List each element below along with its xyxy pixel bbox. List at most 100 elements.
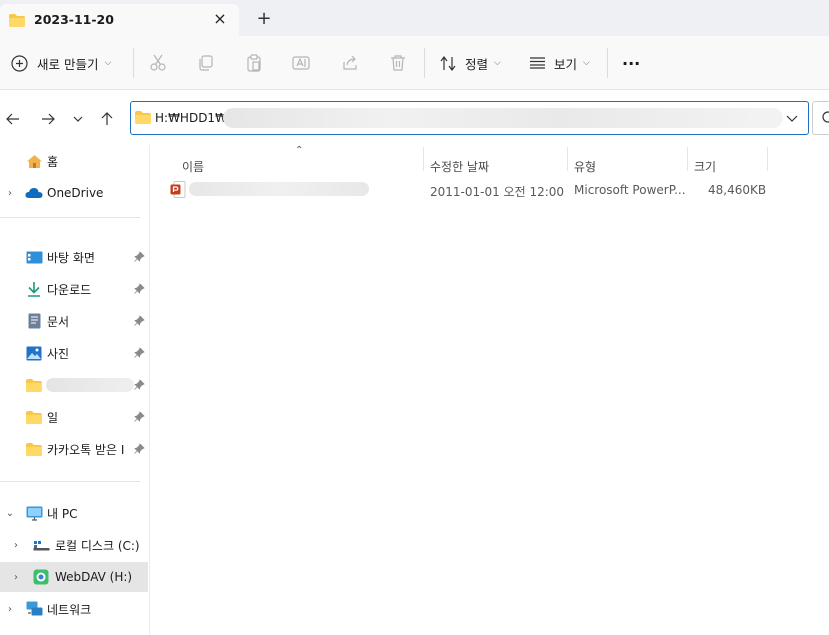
file-list: ⌃ 이름 수정한 날짜 유형 크기 2011-01-01 오전 12:00 Mi… <box>151 145 829 635</box>
sidebar-item-kakaotalk[interactable]: 카카오톡 받은 I <box>0 434 148 464</box>
drive-icon <box>32 536 50 554</box>
chevron-down-icon[interactable] <box>784 110 800 126</box>
chevron-down-icon: ⌵ <box>583 58 590 68</box>
new-button[interactable]: 새로 만들기 ⌵ <box>11 46 111 80</box>
folder-icon <box>25 440 43 458</box>
command-bar: 새로 만들기 ⌵ 정렬 ⌵ 보기 ⌵ ··· <box>0 36 829 90</box>
share-icon[interactable] <box>339 52 361 74</box>
file-size: 48,460KB <box>708 183 767 197</box>
home-icon <box>25 152 43 170</box>
forward-arrow-icon[interactable] <box>37 109 59 129</box>
more-options-button[interactable]: ··· <box>622 46 640 80</box>
sidebar-item-network[interactable]: › 네트워크 <box>0 594 148 624</box>
toolbar-divider <box>607 48 608 78</box>
pin-icon[interactable] <box>134 251 146 263</box>
sidebar-item-this-pc[interactable]: ⌄ 내 PC <box>0 498 148 528</box>
network-drive-icon <box>32 568 50 586</box>
view-label: 보기 <box>554 56 578 72</box>
tab-strip: 2023-11-20 × + <box>0 0 829 36</box>
column-divider[interactable] <box>687 147 688 171</box>
sidebar-item-documents[interactable]: 문서 <box>0 306 148 336</box>
tab-current-folder[interactable]: 2023-11-20 × <box>0 4 239 36</box>
sidebar-item-downloads[interactable]: 다운로드 <box>0 274 148 304</box>
cloud-icon <box>25 184 43 202</box>
copy-icon[interactable] <box>195 52 217 74</box>
up-arrow-icon[interactable] <box>96 109 118 129</box>
column-header-modified[interactable]: 수정한 날짜 <box>430 158 489 175</box>
sort-arrows-icon <box>440 55 457 71</box>
toolbar-divider <box>133 48 134 78</box>
sidebar-item-redacted-folder[interactable] <box>0 370 148 400</box>
sort-ascending-icon: ⌃ <box>295 145 304 156</box>
chevron-right-icon[interactable]: › <box>4 188 16 199</box>
folder-icon <box>9 14 25 30</box>
sidebar-item-label: 홈 <box>47 154 59 169</box>
folder-icon <box>135 111 151 127</box>
chevron-down-icon[interactable]: ⌄ <box>4 508 16 519</box>
cut-icon[interactable] <box>147 52 169 74</box>
sidebar-item-local-disk[interactable]: › 로컬 디스크 (C:) <box>0 530 148 560</box>
close-tab-button[interactable]: × <box>211 10 229 28</box>
sidebar-item-label: 바탕 화면 <box>47 250 95 265</box>
sidebar-item-label: WebDAV (H:) <box>55 570 133 584</box>
chevron-down-icon: ⌵ <box>494 58 501 68</box>
sidebar-item-label: 로컬 디스크 (C:) <box>55 538 140 553</box>
picture-icon <box>25 344 43 362</box>
chevron-right-icon[interactable]: › <box>10 540 22 551</box>
sidebar-item-pictures[interactable]: 사진 <box>0 338 148 368</box>
sort-button[interactable]: 정렬 ⌵ <box>440 46 501 80</box>
address-row: H:₩HDD1₩ <box>0 91 829 145</box>
pin-icon[interactable] <box>134 379 146 391</box>
sidebar-item-webdav[interactable]: › WebDAV (H:) <box>0 562 148 592</box>
column-divider[interactable] <box>567 147 568 171</box>
new-tab-button[interactable]: + <box>254 9 274 29</box>
powerpoint-file-icon <box>170 181 186 201</box>
desktop-icon <box>25 248 43 266</box>
sidebar-item-label: 일 <box>47 410 59 425</box>
pin-icon[interactable] <box>134 315 146 327</box>
sidebar-item-onedrive[interactable]: › OneDrive <box>0 178 148 208</box>
network-icon <box>25 600 43 618</box>
document-icon <box>25 312 43 330</box>
column-divider[interactable] <box>767 147 768 171</box>
search-box[interactable] <box>812 101 829 135</box>
view-button[interactable]: 보기 ⌵ <box>529 46 590 80</box>
tab-title: 2023-11-20 <box>34 12 114 27</box>
toolbar-divider <box>424 48 425 78</box>
sidebar-item-home[interactable]: 홈 <box>0 146 148 176</box>
pin-icon[interactable] <box>134 443 146 455</box>
back-arrow-icon[interactable] <box>2 109 24 129</box>
redacted-label <box>46 378 134 392</box>
recent-locations-chevron-icon[interactable] <box>67 109 89 129</box>
address-path: H:₩HDD1₩ <box>155 111 227 125</box>
sidebar-item-label: 다운로드 <box>47 282 92 297</box>
sidebar-divider <box>0 217 140 218</box>
sidebar-item-desktop[interactable]: 바탕 화면 <box>0 242 148 272</box>
table-row[interactable]: 2011-01-01 오전 12:00 Microsoft PowerP... … <box>167 178 779 202</box>
chevron-right-icon[interactable]: › <box>4 604 16 615</box>
column-header-name[interactable]: 이름 <box>182 158 204 175</box>
download-icon <box>25 280 43 298</box>
column-header-size[interactable]: 크기 <box>694 158 716 175</box>
rename-icon[interactable] <box>290 52 312 74</box>
address-bar[interactable]: H:₩HDD1₩ <box>130 101 809 135</box>
delete-icon[interactable] <box>387 52 409 74</box>
file-modified: 2011-01-01 오전 12:00 <box>430 185 565 199</box>
sidebar-item-label: 문서 <box>47 314 70 329</box>
folder-icon <box>25 408 43 426</box>
redacted-file-name <box>189 182 369 196</box>
pin-icon[interactable] <box>134 283 146 295</box>
pin-icon[interactable] <box>134 347 146 359</box>
sidebar-item-label: 카카오톡 받은 I <box>47 442 125 457</box>
paste-icon[interactable] <box>243 52 265 74</box>
column-divider[interactable] <box>423 147 424 171</box>
sidebar-item-label: 사진 <box>47 346 70 361</box>
sidebar-item-work[interactable]: 일 <box>0 402 148 432</box>
monitor-icon <box>25 504 43 522</box>
plus-circle-icon <box>11 54 28 72</box>
chevron-down-icon: ⌵ <box>104 58 112 68</box>
chevron-right-icon[interactable]: › <box>10 572 22 583</box>
sidebar-item-label: OneDrive <box>47 186 104 200</box>
pin-icon[interactable] <box>134 411 146 423</box>
column-header-type[interactable]: 유형 <box>574 158 596 175</box>
